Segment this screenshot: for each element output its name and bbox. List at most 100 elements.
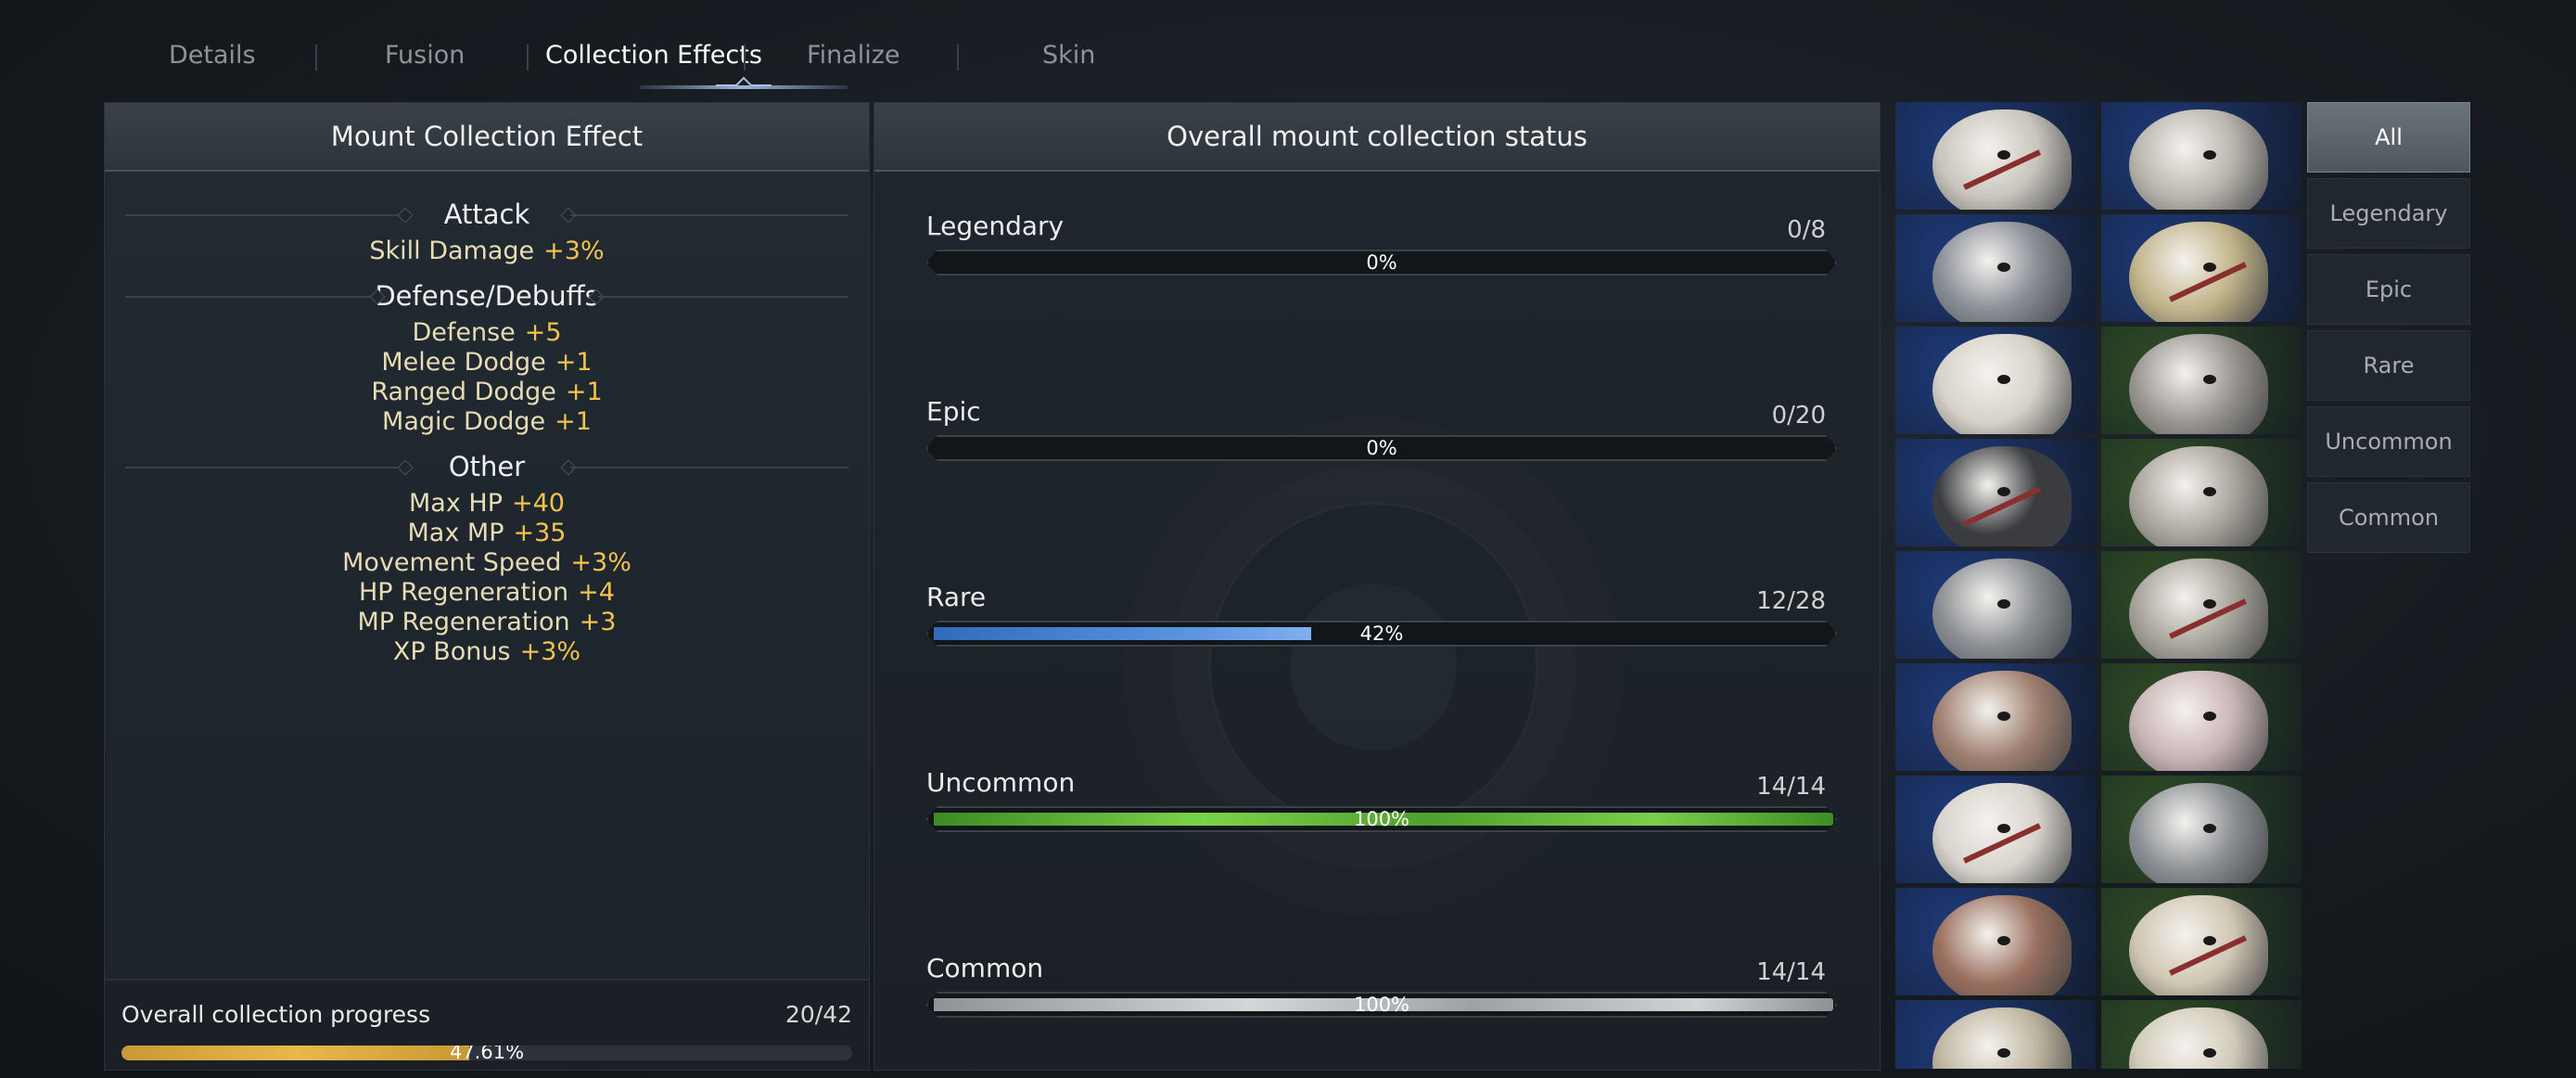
rarity-name: Epic — [926, 396, 981, 427]
rarity-legendary: Legendary 0/8 0% — [926, 211, 1837, 294]
effect-stat: Ranged Dodge — [371, 378, 556, 406]
mount-portrait[interactable] — [1895, 776, 2096, 883]
rarity-count: 14/14 — [1756, 773, 1826, 801]
mount-creature-icon — [2129, 334, 2268, 434]
filter-legendary[interactable]: Legendary — [2307, 178, 2470, 249]
mount-portrait[interactable] — [2101, 214, 2302, 322]
mount-eye-icon — [1997, 375, 2010, 384]
mount-eye-icon — [2203, 824, 2216, 833]
effect-row: Max MP +35 — [105, 519, 869, 548]
mount-portrait[interactable] — [2101, 776, 2302, 883]
collection-effect-title: Mount Collection Effect — [105, 103, 869, 172]
effect-stat: Skill Damage — [369, 237, 535, 265]
mount-eye-icon — [2203, 936, 2216, 945]
mount-eye-icon — [2203, 599, 2216, 609]
effect-value: +1 — [555, 348, 593, 377]
effect-value: +3% — [519, 637, 581, 666]
rarity-count: 0/8 — [1787, 216, 1826, 244]
effect-stat: MP Regeneration — [357, 608, 570, 636]
mount-portrait[interactable] — [1895, 1000, 2096, 1069]
mount-creature-icon — [1932, 222, 2072, 322]
category-defense-debuffs: Defense/Debuffs — [105, 274, 869, 318]
category-other: Other — [105, 444, 869, 489]
category-attack: Attack — [105, 192, 869, 237]
rarity-name: Rare — [926, 582, 987, 612]
effect-value: +35 — [513, 519, 567, 547]
rarity-name: Common — [926, 953, 1044, 983]
effect-value: +3% — [570, 548, 631, 577]
mount-creature-icon — [2129, 671, 2268, 771]
filter-uncommon[interactable]: Uncommon — [2307, 406, 2470, 477]
effect-stat: Max HP — [409, 489, 503, 518]
filter-all[interactable]: All — [2307, 102, 2470, 173]
overall-progress-label: Overall collection progress — [121, 1001, 431, 1028]
mount-portrait[interactable] — [1895, 327, 2096, 434]
mount-eye-icon — [2203, 487, 2216, 496]
mount-portrait[interactable] — [1895, 551, 2096, 659]
tab-finalize[interactable]: Finalize — [807, 28, 900, 83]
effect-stat: Magic Dodge — [382, 407, 546, 436]
effect-value: +3 — [579, 608, 617, 636]
filter-epic[interactable]: Epic — [2307, 254, 2470, 325]
mount-creature-icon — [1932, 1007, 2072, 1069]
mount-eye-icon — [1997, 824, 2010, 833]
mount-portrait[interactable] — [1895, 663, 2096, 771]
mount-portrait[interactable] — [2101, 1000, 2302, 1069]
mount-eye-icon — [1997, 487, 2010, 496]
tab-bar: Details Fusion Collection Effects Finali… — [104, 28, 1170, 102]
tab-details[interactable]: Details — [169, 28, 256, 83]
effect-row: Skill Damage +3% — [105, 237, 869, 266]
mount-creature-icon — [1932, 558, 2072, 659]
effect-stat: HP Regeneration — [359, 578, 569, 607]
rarity-name: Legendary — [926, 211, 1065, 241]
tab-fusion[interactable]: Fusion — [385, 28, 465, 83]
tab-separator — [315, 45, 317, 71]
effect-value: +1 — [565, 378, 603, 406]
effect-value: +5 — [524, 318, 562, 347]
mount-portrait[interactable] — [1895, 439, 2096, 546]
mount-portrait[interactable] — [2101, 439, 2302, 546]
mount-eye-icon — [1997, 936, 2010, 945]
mount-creature-icon — [1932, 109, 2072, 210]
effect-row: XP Bonus +3% — [105, 637, 869, 667]
rarity-filter-list: All Legendary Epic Rare Uncommon Common — [2307, 102, 2470, 558]
mount-creature-icon — [2129, 895, 2268, 995]
effect-stat: Melee Dodge — [381, 348, 546, 377]
divider — [598, 296, 848, 298]
mount-creature-icon — [2129, 446, 2268, 546]
category-label: Other — [448, 451, 526, 482]
effect-row: Magic Dodge +1 — [105, 407, 869, 437]
filter-rare[interactable]: Rare — [2307, 330, 2470, 401]
mount-portrait[interactable] — [1895, 214, 2096, 322]
effect-stat: Max MP — [407, 519, 504, 547]
divider — [125, 296, 376, 298]
mount-portrait[interactable] — [1895, 102, 2096, 210]
tab-skin[interactable]: Skin — [1042, 28, 1095, 83]
mount-portrait[interactable] — [2101, 551, 2302, 659]
rarity-percent: 100% — [1353, 808, 1410, 830]
mount-creature-icon — [1932, 671, 2072, 771]
mount-portrait[interactable] — [1895, 888, 2096, 995]
rarity-percent: 0% — [1366, 251, 1397, 274]
rarity-progress-bar: 42% — [926, 621, 1837, 647]
mount-portrait[interactable] — [2101, 102, 2302, 210]
effect-value: +4 — [578, 578, 615, 607]
effect-list: Attack Skill Damage +3% Defense/Debuffs D… — [105, 192, 869, 667]
mount-creature-icon — [2129, 558, 2268, 659]
overall-progress-bar: 47.61% — [121, 1046, 852, 1060]
effect-value: +3% — [543, 237, 605, 265]
overall-progress-count: 20/42 — [784, 1001, 852, 1028]
mount-portrait[interactable] — [2101, 663, 2302, 771]
mount-portrait[interactable] — [2101, 327, 2302, 434]
mount-creature-icon — [2129, 222, 2268, 322]
filter-common[interactable]: Common — [2307, 482, 2470, 553]
tab-separator — [957, 45, 959, 71]
mount-eye-icon — [1997, 712, 2010, 721]
mount-eye-icon — [1997, 1048, 2010, 1058]
mount-creature-icon — [2129, 109, 2268, 210]
mount-portrait-grid[interactable] — [1895, 102, 2303, 1069]
rarity-common: Common 14/14 100% — [926, 953, 1837, 1036]
divider — [570, 214, 848, 216]
tab-collection-effects[interactable]: Collection Effects — [545, 28, 762, 83]
mount-portrait[interactable] — [2101, 888, 2302, 995]
